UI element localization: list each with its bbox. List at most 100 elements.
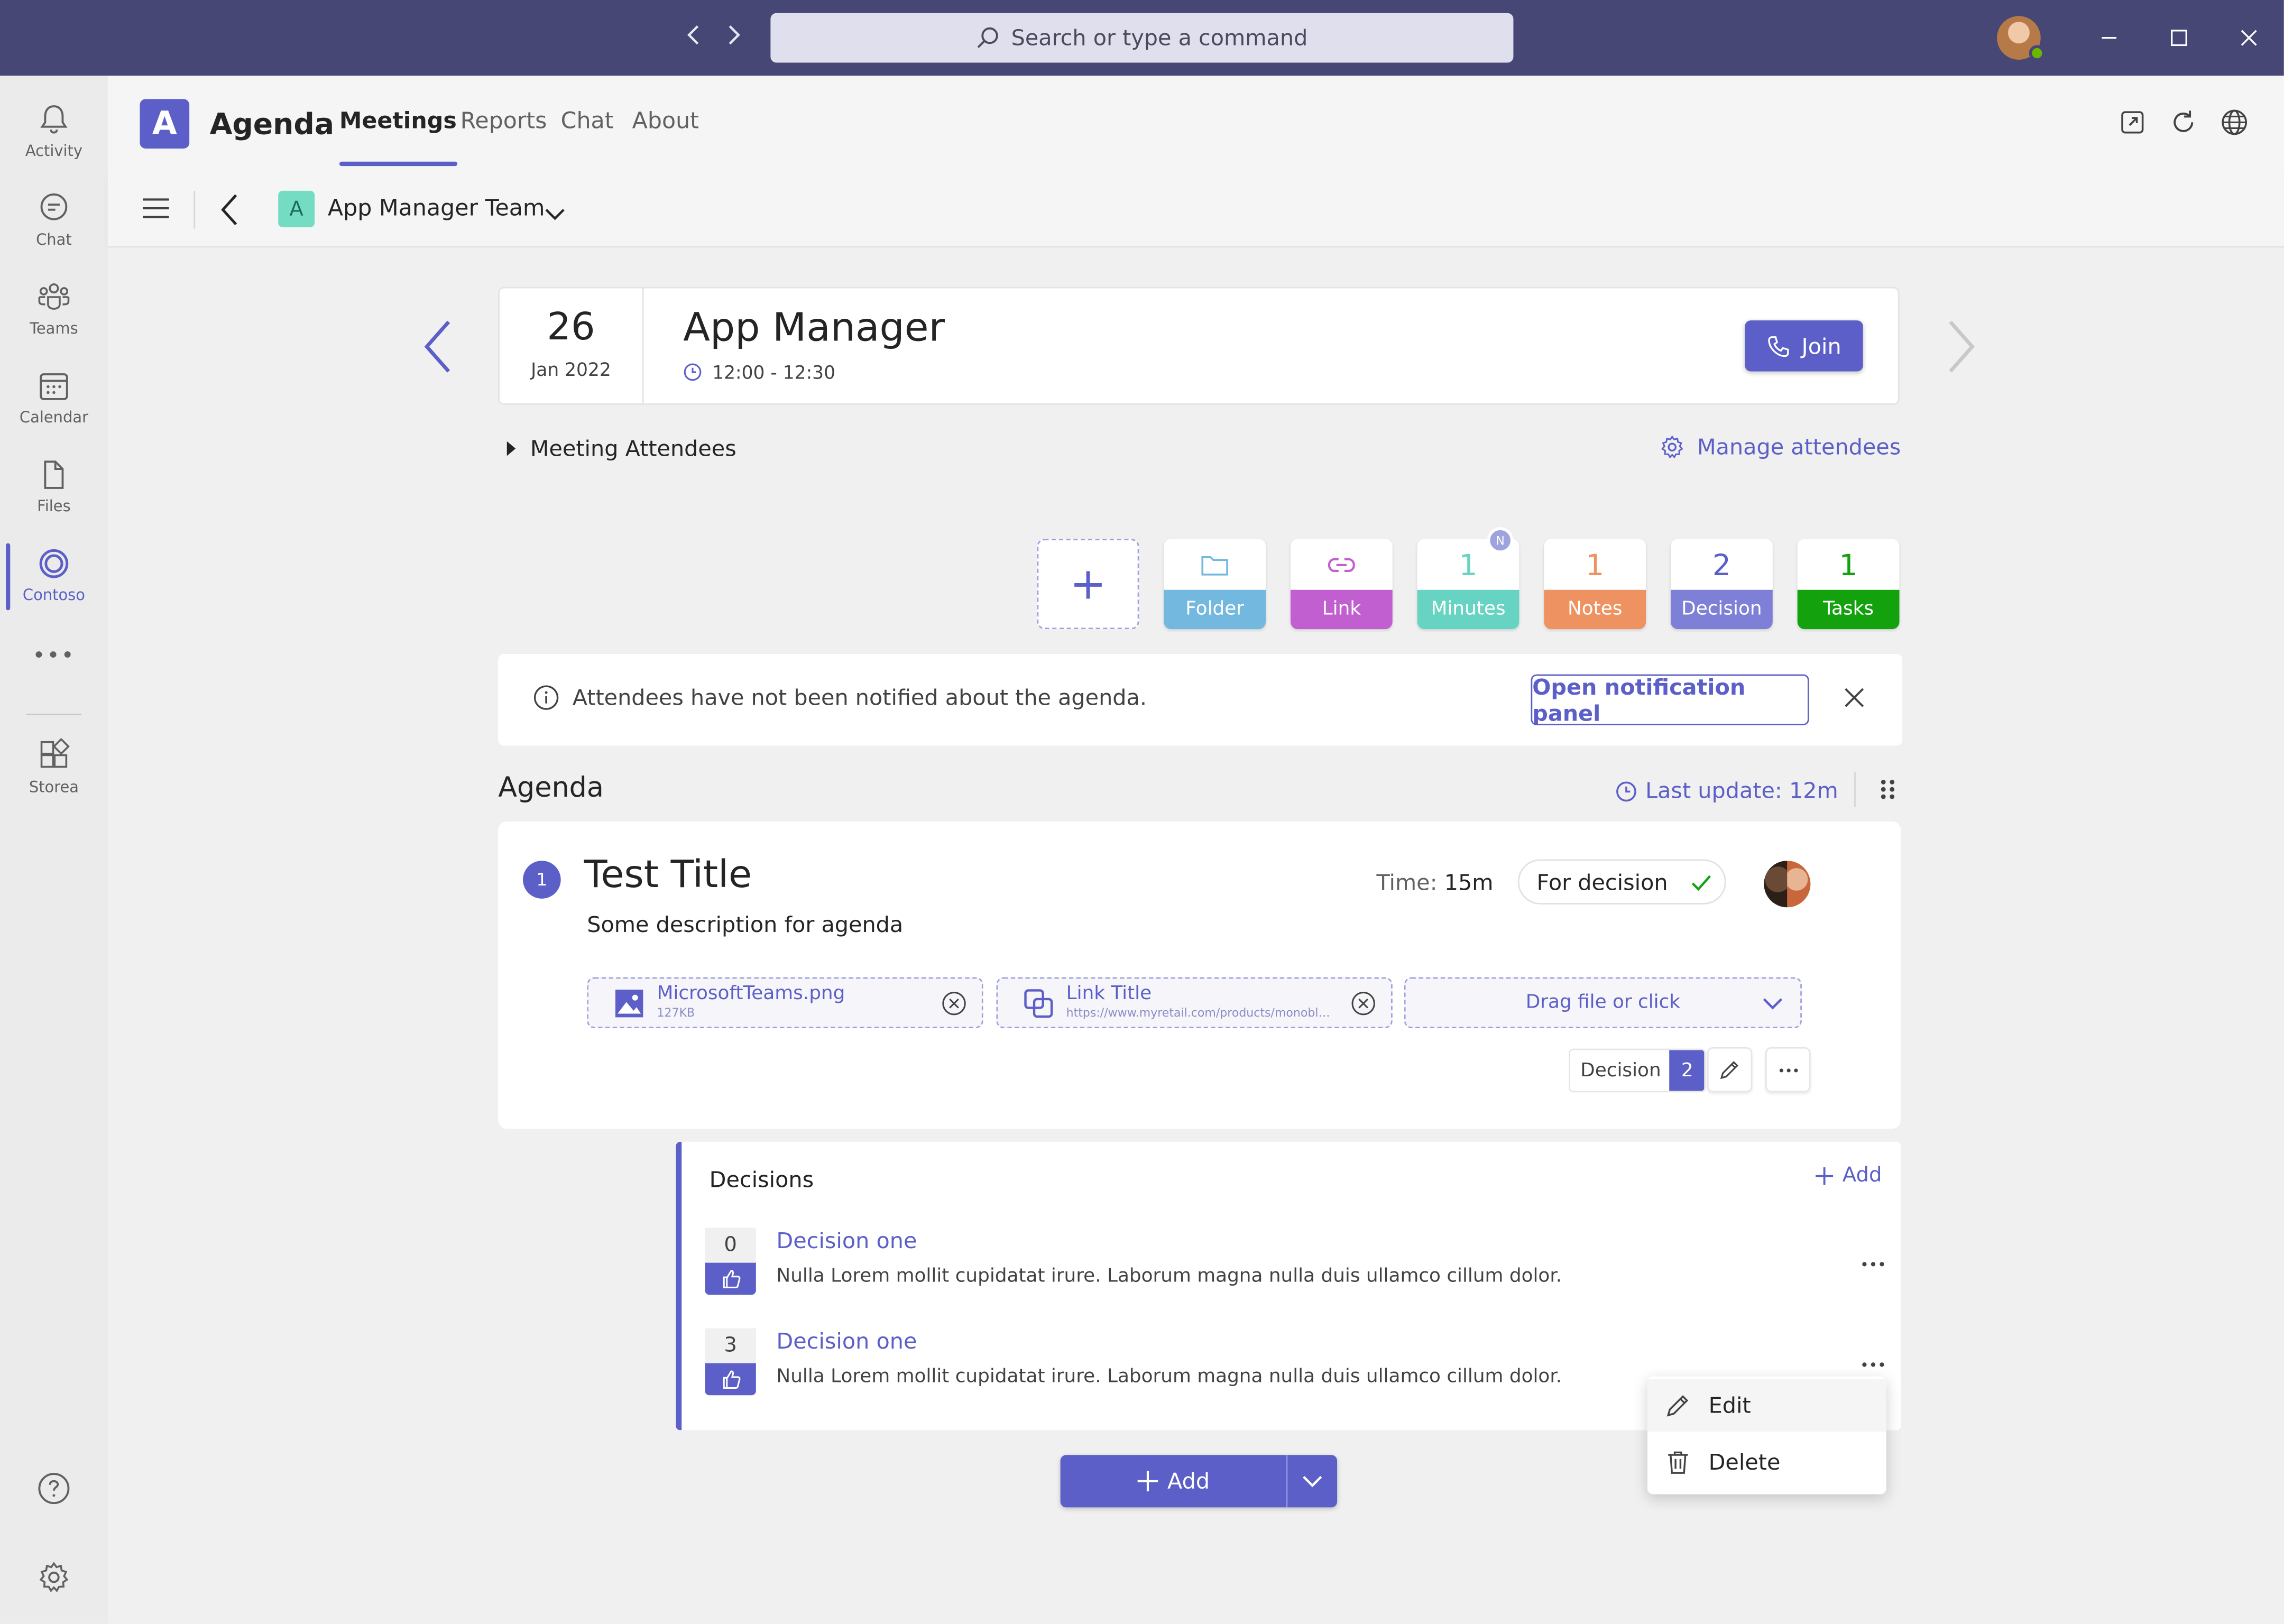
apps-icon (40, 738, 70, 768)
info-icon (533, 685, 559, 710)
search-placeholder: Search or type a command (1011, 24, 1308, 51)
thumbs-up-icon[interactable] (705, 1262, 756, 1295)
rail-item-teams[interactable]: Teams (0, 266, 108, 351)
teams-window: Search or type a command Activity Chat T… (0, 0, 2284, 1624)
tile-label: Notes (1544, 589, 1646, 630)
remove-attachment-icon[interactable] (1350, 990, 1377, 1017)
popout-icon[interactable] (2118, 108, 2150, 140)
decision-pill-count: 2 (1670, 1050, 1705, 1091)
tile-notes[interactable]: 1 Notes (1544, 539, 1646, 630)
agenda-item-card: 1 Test Title Some description for agenda… (498, 821, 1901, 1129)
rail-label: Contoso (22, 587, 85, 605)
rail-item-activity[interactable]: Activity (0, 89, 108, 173)
team-name[interactable]: App Manager Team (328, 195, 545, 222)
plus-icon (1815, 1166, 1833, 1184)
edit-agenda-button[interactable] (1707, 1047, 1753, 1093)
tile-folder[interactable]: Folder (1164, 539, 1266, 630)
tile-tasks[interactable]: 1 Tasks (1797, 539, 1900, 630)
tile-decision[interactable]: 2 Decision (1670, 539, 1773, 630)
checkmark-icon (1691, 874, 1711, 890)
maximize-icon[interactable] (2160, 19, 2198, 57)
chevron-down-icon[interactable] (545, 201, 565, 228)
settings-button[interactable] (0, 1535, 108, 1620)
previous-meeting-arrow-icon[interactable] (419, 318, 463, 376)
tab-meetings[interactable]: Meetings (339, 108, 457, 167)
status-badge[interactable]: For decision (1517, 859, 1726, 905)
decision-title[interactable]: Decision one (776, 1328, 917, 1355)
user-avatar[interactable] (1997, 16, 2046, 61)
more-icon (1779, 1067, 1798, 1072)
rail-item-storea[interactable]: Storea (0, 725, 108, 810)
back-arrow-icon[interactable] (685, 23, 705, 54)
rail-label: Storea (29, 779, 79, 797)
tile-label: Folder (1164, 589, 1266, 630)
decision-pill-label: Decision (1570, 1050, 1670, 1091)
decision-row: 0 Decision one Nulla Lorem mollit cupida… (705, 1228, 1884, 1300)
refresh-icon[interactable] (2169, 108, 2201, 140)
menu-item-delete[interactable]: Delete (1647, 1436, 1886, 1488)
remove-attachment-icon[interactable] (941, 990, 968, 1017)
help-button[interactable] (0, 1446, 108, 1531)
forward-arrow-icon[interactable] (724, 23, 744, 54)
add-tile-button[interactable]: + (1037, 539, 1139, 630)
tile-minutes[interactable]: 1 Minutes N (1417, 527, 1519, 630)
thumbs-up-icon[interactable] (705, 1363, 756, 1396)
add-agenda-item-button[interactable]: Add (1061, 1455, 1286, 1507)
next-meeting-arrow-icon[interactable] (1941, 318, 1985, 376)
tab-reports[interactable]: Reports (461, 108, 547, 134)
attachment-url: https://www.myretail.com/products/monobl… (1066, 1006, 1334, 1020)
add-decision-button[interactable]: Add (1815, 1164, 1882, 1187)
chevron-down-icon[interactable] (1763, 993, 1783, 1014)
menu-item-label: Delete (1708, 1449, 1781, 1475)
rail-item-contoso[interactable]: Contoso (0, 533, 108, 617)
team-avatar: A (278, 190, 315, 227)
rail-label: Activity (25, 142, 83, 161)
close-icon[interactable] (1841, 685, 1867, 711)
presenter-avatars[interactable] (1764, 861, 1811, 908)
hamburger-menu-icon[interactable] (141, 197, 170, 226)
rail-item-calendar[interactable]: Calendar (0, 355, 108, 440)
rail-item-chat[interactable]: Chat (0, 178, 108, 262)
rail-item-files[interactable]: Files (0, 444, 108, 529)
rail-more-apps[interactable]: ••• (0, 613, 108, 698)
tab-about[interactable]: About (632, 108, 699, 134)
join-button[interactable]: Join (1745, 320, 1863, 372)
meeting-date: 26 Jan 2022 (500, 288, 644, 404)
minimize-icon[interactable] (2090, 19, 2128, 57)
more-icon[interactable] (1862, 1245, 1891, 1267)
decisions-heading: Decisions (709, 1166, 814, 1193)
attachment-file[interactable]: MicrosoftTeams.png 127KB (587, 977, 983, 1029)
vote-count: 0 (705, 1228, 756, 1263)
rail-label: Calendar (19, 409, 88, 427)
tab-chat[interactable]: Chat (561, 108, 614, 134)
tile-count: 1 (1839, 547, 1858, 582)
drag-handle-icon[interactable] (1877, 776, 1898, 802)
decision-text: Nulla Lorem mollit cupidatat irure. Labo… (776, 1366, 1562, 1388)
contoso-icon (39, 549, 69, 578)
decision-text: Nulla Lorem mollit cupidatat irure. Labo… (776, 1266, 1562, 1288)
globe-icon[interactable] (2220, 108, 2252, 140)
more-options-button[interactable] (1765, 1047, 1811, 1093)
vote-count: 3 (705, 1328, 756, 1363)
plus-icon (1138, 1471, 1159, 1492)
open-notification-panel-button[interactable]: Open notification panel (1531, 673, 1809, 726)
menu-item-edit[interactable]: Edit (1647, 1379, 1886, 1432)
tile-link[interactable]: Link (1290, 539, 1393, 630)
last-update: Last update: 12m (1615, 778, 1838, 804)
meeting-attendees-toggle[interactable]: Meeting Attendees (505, 436, 736, 462)
decision-count-pill[interactable]: Decision 2 (1569, 1048, 1707, 1093)
manage-attendees-link[interactable]: Manage attendees (1659, 434, 1901, 460)
search-input[interactable]: Search or type a command (770, 13, 1514, 63)
add-label: Add (1842, 1164, 1882, 1187)
chevron-down-icon[interactable] (1286, 1455, 1337, 1508)
close-window-icon[interactable] (2230, 19, 2268, 57)
back-icon[interactable] (220, 192, 241, 233)
attachment-link[interactable]: Link Title https://www.myretail.com/prod… (996, 977, 1393, 1029)
more-icon[interactable] (1862, 1346, 1891, 1367)
agenda-heading: Agenda (498, 772, 604, 804)
calendar-icon (40, 373, 68, 400)
rail-label: Teams (30, 320, 78, 338)
drop-label: Drag file or click (1525, 992, 1681, 1014)
decision-title[interactable]: Decision one (776, 1228, 917, 1254)
file-drop-zone[interactable]: Drag file or click (1404, 977, 1802, 1029)
